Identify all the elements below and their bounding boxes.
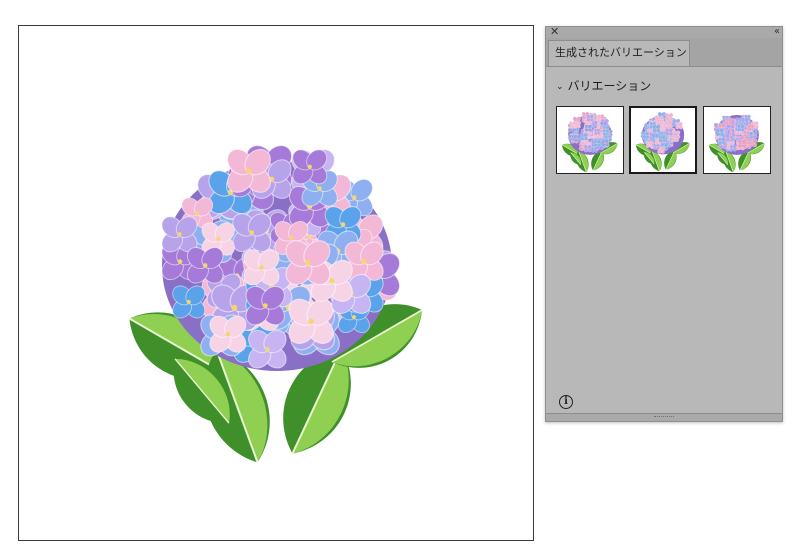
variation-thumbnail-3[interactable] [703,106,771,174]
panel-title-bar[interactable]: ✕ ‹‹ [546,25,782,38]
variations-section-header[interactable]: ⌄ バリエーション [556,77,651,94]
chevron-down-icon[interactable]: ⌄ [556,82,564,92]
panel-resize-bar[interactable] [546,413,782,421]
generated-variations-panel: ✕ ‹‹ 生成されたバリエーション ⌄ バリエーション i [545,25,783,422]
hydrangea-artwork [128,144,423,463]
variation-2-image [635,111,690,172]
close-icon[interactable]: ✕ [550,25,559,38]
variation-thumbnails [556,106,776,176]
variation-thumbnail-2[interactable] [629,106,697,174]
panel-tab-strip: 生成されたバリエーション [546,38,782,67]
collapse-icon[interactable]: ‹‹ [774,25,780,38]
tab-generated-variations[interactable]: 生成されたバリエーション [548,40,690,66]
info-icon[interactable]: i [559,395,573,409]
variation-1-image [561,111,618,173]
variation-thumbnail-1[interactable] [556,106,624,174]
app-root: ✕ ‹‹ 生成されたバリエーション ⌄ バリエーション i [0,0,800,557]
resize-grip-icon[interactable] [654,416,674,419]
artboard-canvas[interactable] [18,25,534,541]
variations-section-label: バリエーション [567,79,652,93]
variation-3-image [708,114,765,173]
